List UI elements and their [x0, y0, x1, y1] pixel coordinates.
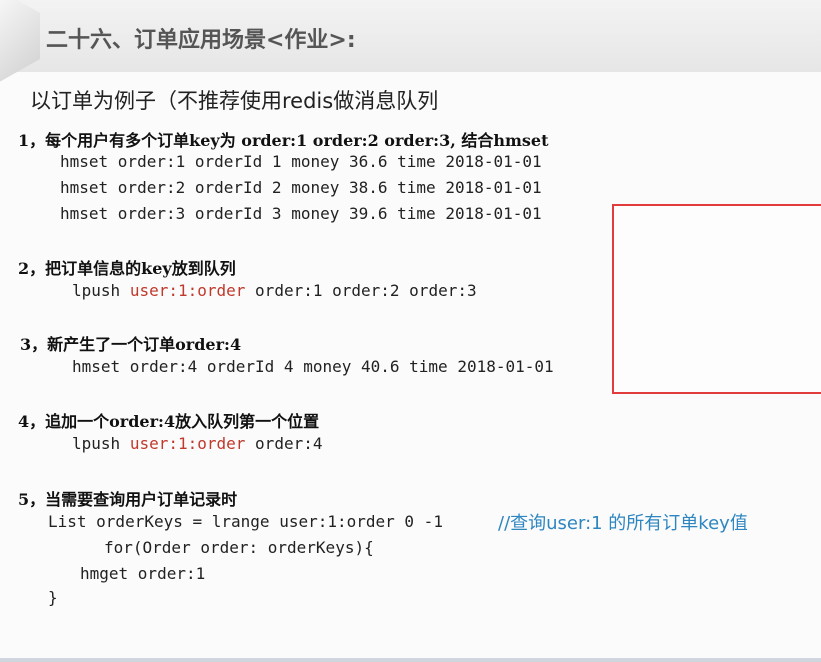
code-line-hmget: hmget order:1 — [80, 564, 206, 583]
code-line-close-brace: } — [48, 588, 58, 607]
section-1-heading: 1，每个用户有多个订单key为 order:1 order:2 order:3,… — [18, 131, 549, 150]
section-5-heading: 5，当需要查询用户订单记录时 — [18, 490, 238, 509]
code-line-hmset-4: hmset order:4 orderId 4 money 40.6 time … — [72, 357, 554, 376]
section-4-heading: 4，追加一个order:4放入队列第一个位置 — [18, 412, 320, 431]
cmd-lpush: lpush — [72, 434, 121, 453]
code-line-hmset-3: hmset order:3 orderId 3 money 39.6 time … — [60, 204, 542, 223]
slide-subtitle: 以订单为例子（不推荐使用redis做消息队列 — [30, 89, 439, 113]
code-line-for: for(Order order: orderKeys){ — [104, 538, 374, 557]
lpush-args: order:4 — [255, 434, 323, 453]
code-line-lpush-1: lpush user:1:order order:1 order:2 order… — [72, 281, 477, 300]
bottom-divider — [0, 658, 821, 662]
slide-title: 二十六、订单应用场景<作业>: — [46, 28, 356, 53]
key-user-order: user:1:order — [129, 434, 246, 453]
code-line-lpush-2: lpush user:1:order order:4 — [72, 434, 322, 453]
code-line-hmset-1: hmset order:1 orderId 1 money 36.6 time … — [60, 152, 542, 171]
cmd-lpush: lpush — [72, 281, 121, 300]
code-comment: //查询user:1 的所有订单key值 — [498, 513, 748, 534]
code-line-hmset-2: hmset order:2 orderId 2 money 38.6 time … — [60, 178, 542, 197]
section-2-heading: 2，把订单信息的key放到队列 — [18, 259, 236, 278]
key-user-order: user:1:order — [129, 281, 246, 300]
lpush-args: order:1 order:2 order:3 — [255, 281, 477, 300]
section-3-heading: 3，新产生了一个订单order:4 — [20, 335, 242, 354]
code-line-lrange: List orderKeys = lrange user:1:order 0 -… — [48, 512, 443, 531]
annotation-red-box — [612, 204, 821, 394]
